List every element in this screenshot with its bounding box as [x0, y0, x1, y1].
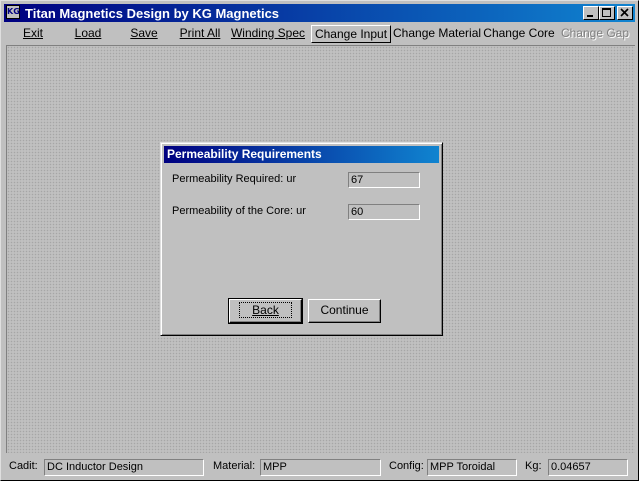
change-core-button[interactable]: Change Core [481, 25, 557, 43]
back-button[interactable]: Back [228, 298, 303, 324]
back-label: Back [252, 303, 279, 317]
exit-label: Exit [22, 26, 43, 40]
app-icon: KG [6, 5, 20, 19]
config-field: MPP Toroidal [427, 459, 517, 476]
toolbar: Exit Load Save Print All Winding Spec Ch… [4, 24, 635, 44]
load-button[interactable]: Load [60, 25, 116, 43]
change-material-button[interactable]: Change Material [393, 25, 482, 43]
print-all-label: Print All [179, 26, 221, 40]
permeability-core-label: Permeability of the Core: ur [172, 205, 306, 217]
title-bar[interactable]: KG Titan Magnetics Design by KG Magnetic… [4, 4, 635, 22]
change-input-button[interactable]: Change Input [311, 25, 391, 43]
kg-label: Kg: [525, 460, 542, 472]
material-label: Material: [213, 460, 256, 472]
change-material-label: Change Material [393, 26, 482, 40]
permeability-required-field: 67 [348, 172, 420, 188]
config-label: Config: [389, 460, 424, 472]
maximize-icon[interactable] [599, 6, 615, 20]
exit-button[interactable]: Exit [6, 25, 60, 43]
continue-label: Continue [320, 303, 369, 317]
main-window: KG Titan Magnetics Design by KG Magnetic… [0, 0, 639, 481]
print-all-button[interactable]: Print All [172, 25, 228, 43]
cadit-field: DC Inductor Design [44, 459, 204, 476]
permeability-required-label: Permeability Required: ur [172, 173, 297, 185]
permeability-dialog: Permeability Requirements Permeability R… [160, 142, 443, 336]
change-input-label: Change Input [314, 27, 388, 41]
change-gap-button: Change Gap [559, 25, 631, 43]
material-field: MPP [260, 459, 381, 476]
status-bar: Cadit: DC Inductor Design Material: MPP … [4, 456, 635, 478]
minimize-icon[interactable] [583, 6, 599, 20]
change-gap-label: Change Gap [560, 26, 630, 40]
winding-spec-label: Winding Spec [230, 26, 306, 40]
permeability-core-field: 60 [348, 204, 420, 220]
dialog-title[interactable]: Permeability Requirements [164, 146, 439, 163]
load-label: Load [74, 26, 102, 40]
continue-button[interactable]: Continue [308, 299, 381, 323]
kg-field: 0.04657 [548, 459, 628, 476]
winding-spec-button[interactable]: Winding Spec [229, 25, 307, 43]
save-button[interactable]: Save [116, 25, 172, 43]
close-icon[interactable] [617, 6, 633, 20]
save-label: Save [130, 26, 158, 40]
cadit-label: Cadit: [9, 460, 38, 472]
change-core-label: Change Core [483, 26, 555, 40]
window-title: Titan Magnetics Design by KG Magnetics [25, 6, 280, 21]
